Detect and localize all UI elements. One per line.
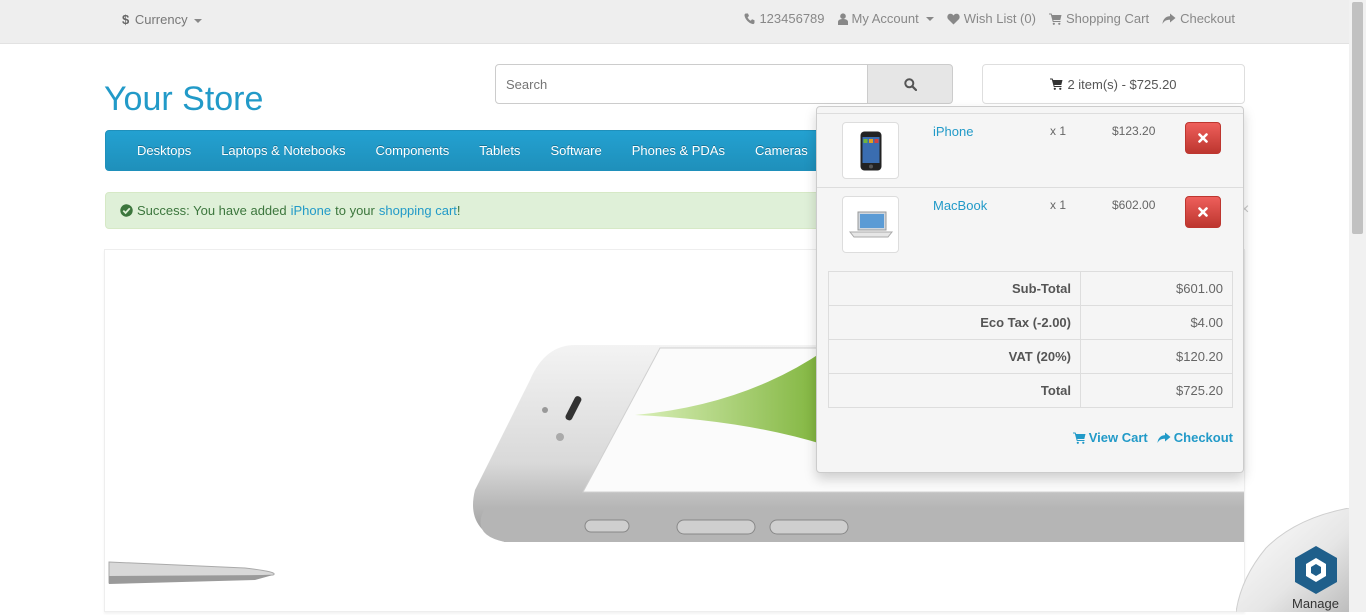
my-account-dropdown[interactable]: My Account — [837, 11, 934, 26]
cart-item-qty: x 1 — [1050, 124, 1067, 138]
user-icon — [837, 12, 848, 25]
menu-item-software[interactable]: Software — [535, 131, 616, 170]
top-bar: $ Currency 123456789 My Account Wish Lis… — [0, 0, 1349, 44]
menu-item-components[interactable]: Components — [361, 131, 465, 170]
heart-icon — [947, 13, 960, 25]
product-thumbnail[interactable] — [842, 122, 899, 179]
phone-number: 123456789 — [759, 11, 825, 26]
cart-item-price: $602.00 — [1112, 198, 1156, 212]
scrollbar-thumb[interactable] — [1352, 2, 1363, 234]
alert-suffix: ! — [456, 203, 461, 218]
check-circle-icon — [120, 204, 133, 217]
success-alert: Success: You have added iPhone to your s… — [105, 192, 835, 229]
cart-icon — [1072, 432, 1086, 444]
remove-icon — [1198, 207, 1208, 217]
phone-link[interactable]: 123456789 — [744, 11, 825, 26]
currency-symbol: $ — [122, 12, 130, 27]
shopping-cart-link[interactable]: Shopping Cart — [1048, 11, 1150, 26]
cart-totals-table: Sub-Total $601.00 Eco Tax (-2.00) $4.00 … — [828, 271, 1233, 408]
cart-item-name[interactable]: iPhone — [933, 124, 973, 139]
view-cart-link[interactable]: View Cart — [1072, 430, 1148, 445]
currency-dropdown[interactable]: $ Currency — [122, 12, 203, 27]
alert-cart-link[interactable]: shopping cart — [379, 203, 457, 218]
search-input[interactable] — [495, 64, 879, 104]
alert-prefix: Success: You have added — [137, 203, 287, 218]
menu-item-desktops[interactable]: Desktops — [122, 131, 206, 170]
alert-product-link[interactable]: iPhone — [291, 203, 331, 218]
cart-item: iPhone x 1 $123.20 — [817, 113, 1243, 188]
view-cart-label: View Cart — [1088, 430, 1148, 445]
wish-list-link[interactable]: Wish List (0) — [947, 11, 1036, 26]
page-scrollbar[interactable] — [1349, 0, 1366, 612]
cart-icon — [1048, 13, 1062, 25]
cart-button[interactable]: 2 item(s) - $725.20 — [982, 64, 1245, 104]
totals-value: $725.20 — [1080, 373, 1233, 408]
share-icon — [1162, 13, 1176, 25]
wish-list-label: Wish List (0) — [963, 11, 1036, 26]
cart-item-price: $123.20 — [1112, 124, 1156, 138]
caret-down-icon — [194, 18, 203, 23]
checkout-label: Checkout — [1180, 11, 1235, 26]
search-button[interactable] — [867, 64, 953, 104]
checkout-link[interactable]: Checkout — [1162, 11, 1235, 26]
manage-label[interactable]: Manage — [1292, 596, 1339, 611]
cart-actions: View Cart Checkout — [1072, 430, 1233, 445]
cart-item-name[interactable]: MacBook — [933, 198, 987, 213]
cart-icon — [1050, 78, 1063, 90]
main-menu: Desktops Laptops & Notebooks Components … — [105, 130, 835, 171]
remove-icon — [1198, 133, 1208, 143]
share-icon — [1157, 432, 1171, 444]
currency-label: Currency — [134, 12, 188, 27]
totals-row: Total $725.20 — [828, 373, 1233, 408]
store-logo[interactable]: Your Store — [104, 80, 263, 119]
totals-label: VAT (20%) — [828, 339, 1081, 374]
menu-item-laptops[interactable]: Laptops & Notebooks — [206, 131, 360, 170]
totals-label: Total — [828, 373, 1081, 408]
cart-dropdown: iPhone x 1 $123.20 MacBook x 1 $602.00 S… — [816, 106, 1244, 473]
totals-label: Sub-Total — [828, 271, 1081, 306]
totals-value: $601.00 — [1080, 271, 1233, 306]
totals-value: $120.20 — [1080, 339, 1233, 374]
caret-down-icon — [925, 16, 934, 21]
totals-row: VAT (20%) $120.20 — [828, 339, 1233, 374]
my-account-label: My Account — [851, 11, 919, 26]
cart-summary: 2 item(s) - $725.20 — [1067, 76, 1177, 92]
totals-row: Sub-Total $601.00 — [828, 271, 1233, 306]
cart-item: MacBook x 1 $602.00 — [817, 187, 1243, 262]
dropdown-checkout-link[interactable]: Checkout — [1157, 430, 1233, 445]
search-icon — [903, 77, 917, 91]
phone-icon — [744, 13, 755, 25]
remove-button[interactable] — [1185, 196, 1221, 228]
product-thumbnail[interactable] — [842, 196, 899, 253]
totals-value: $4.00 — [1080, 305, 1233, 340]
search-bar — [495, 64, 953, 104]
menu-item-phones[interactable]: Phones & PDAs — [617, 131, 740, 170]
totals-label: Eco Tax (-2.00) — [828, 305, 1081, 340]
top-links: 123456789 My Account Wish List (0) Shopp… — [744, 11, 1235, 26]
menu-item-tablets[interactable]: Tablets — [464, 131, 535, 170]
remove-button[interactable] — [1185, 122, 1221, 154]
dropdown-checkout-label: Checkout — [1173, 430, 1233, 445]
totals-row: Eco Tax (-2.00) $4.00 — [828, 305, 1233, 340]
cart-item-qty: x 1 — [1050, 198, 1067, 212]
menu-item-cameras[interactable]: Cameras — [740, 131, 823, 170]
shopping-cart-label: Shopping Cart — [1065, 11, 1150, 26]
alert-middle: to your — [335, 203, 375, 218]
